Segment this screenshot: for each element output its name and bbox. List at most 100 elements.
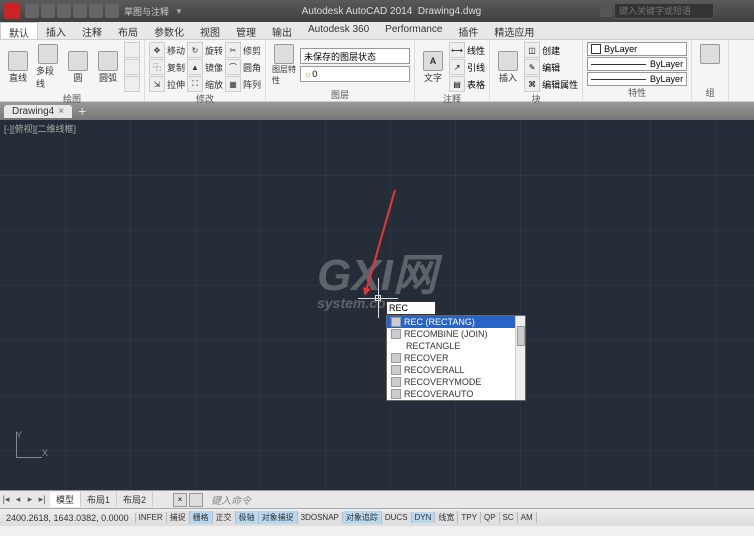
cmd-icon — [391, 317, 401, 327]
draw-misc-2[interactable] — [124, 59, 140, 75]
tab-output[interactable]: 输出 — [264, 22, 300, 39]
cmd-icon — [391, 329, 401, 339]
ac-item-recover[interactable]: RECOVER — [387, 352, 525, 364]
layer-current-combo[interactable]: ☼ 0 — [300, 66, 410, 82]
linear-dim-icon[interactable]: ⟼ — [449, 42, 465, 58]
leader-icon[interactable]: ↗ — [449, 59, 465, 75]
arc-icon — [98, 51, 118, 71]
help-search-input[interactable] — [614, 3, 714, 19]
doc-tab-drawing4[interactable]: Drawing4× — [4, 105, 72, 118]
ac-item-recoverauto[interactable]: RECOVERAUTO — [387, 388, 525, 400]
scale-icon[interactable]: ⛶ — [187, 76, 203, 92]
layer-props-button[interactable]: 图层特性 — [270, 42, 298, 88]
qat-print[interactable] — [105, 4, 119, 18]
arc-button[interactable]: 圆弧 — [94, 49, 122, 86]
cmd-options-icon[interactable] — [189, 493, 203, 507]
move-icon[interactable]: ✥ — [149, 42, 165, 58]
workspace-label[interactable]: 草图与注释 — [124, 5, 169, 18]
table-icon[interactable]: ▤ — [449, 76, 465, 92]
cmd-close-icon[interactable]: × — [173, 493, 187, 507]
block-edit-icon[interactable]: ✎ — [524, 59, 540, 75]
app-menu-icon[interactable] — [4, 3, 20, 19]
line-button[interactable]: 直线 — [4, 49, 32, 86]
tab-performance[interactable]: Performance — [377, 22, 450, 39]
panel-layers-title: 图层 — [270, 88, 410, 101]
stretch-icon[interactable]: ⇲ — [149, 76, 165, 92]
status-polar[interactable]: 极轴 — [236, 511, 259, 524]
polyline-button[interactable]: 多段线 — [34, 42, 62, 92]
color-combo[interactable]: ByLayer — [587, 42, 687, 56]
command-line[interactable]: × 键入命令 — [173, 492, 754, 507]
draw-misc-3[interactable] — [124, 76, 140, 92]
status-dyn[interactable]: DYN — [412, 512, 436, 523]
workspace-dropdown-icon[interactable]: ▼ — [175, 7, 183, 16]
status-am[interactable]: AM — [518, 512, 537, 523]
panel-annot-title: 注释 — [419, 92, 485, 105]
layers-icon — [274, 44, 294, 64]
tab-manage[interactable]: 管理 — [228, 22, 264, 39]
qat-new[interactable] — [25, 4, 39, 18]
tab-annotate[interactable]: 注释 — [74, 22, 110, 39]
fillet-icon[interactable]: ⌒ — [225, 59, 241, 75]
layout-tab-1[interactable]: 布局1 — [81, 492, 117, 507]
tab-parametric[interactable]: 参数化 — [146, 22, 192, 39]
coordinates-display[interactable]: 2400.2618, 1643.0382, 0.0000 — [0, 513, 136, 523]
status-ducs[interactable]: DUCS — [382, 512, 412, 523]
tab-layout[interactable]: 布局 — [110, 22, 146, 39]
ac-item-recoverymode[interactable]: RECOVERYMODE — [387, 376, 525, 388]
circle-button[interactable]: 圆 — [64, 49, 92, 86]
layout-nav[interactable]: |◂◂▸▸| — [0, 494, 50, 505]
block-attr-icon[interactable]: ⌘ — [524, 76, 540, 92]
tab-insert[interactable]: 插入 — [38, 22, 74, 39]
rotate-icon[interactable]: ↻ — [187, 42, 203, 58]
text-button[interactable]: A文字 — [419, 49, 447, 86]
panel-props-title: 特性 — [587, 86, 687, 99]
status-tpy[interactable]: TPY — [458, 512, 481, 523]
dynamic-input[interactable] — [386, 301, 436, 315]
info-icon[interactable] — [600, 5, 612, 17]
close-icon[interactable]: × — [58, 106, 64, 117]
layout-tab-model[interactable]: 模型 — [50, 492, 81, 507]
panel-block: 插入 ◫创建 ✎编辑 ⌘编辑属性 块 — [490, 40, 583, 101]
qat-redo[interactable] — [89, 4, 103, 18]
status-3dosnap[interactable]: 3DOSNAP — [298, 512, 343, 523]
drawing-canvas[interactable]: [-][俯视][二维线框] GXI网 system.com REC (RECTA… — [0, 120, 754, 490]
group-button[interactable] — [696, 42, 724, 66]
ac-item-recombine[interactable]: RECOMBINE (JOIN) — [387, 328, 525, 340]
status-grid[interactable]: 栅格 — [190, 511, 213, 524]
insert-block-button[interactable]: 插入 — [494, 49, 522, 86]
status-osnap[interactable]: 对象捕捉 — [259, 511, 298, 524]
status-snap[interactable]: 捕捉 — [167, 511, 190, 524]
cmd-icon — [391, 389, 401, 399]
status-sc[interactable]: SC — [500, 512, 518, 523]
panel-modify-title: 修改 — [149, 92, 261, 105]
ac-item-recoverall[interactable]: RECOVERALL — [387, 364, 525, 376]
draw-misc-1[interactable] — [124, 42, 140, 58]
copy-icon[interactable]: ⿻ — [149, 59, 165, 75]
tab-a360[interactable]: Autodesk 360 — [300, 22, 377, 39]
layer-state-combo[interactable]: 未保存的图层状态 — [300, 48, 410, 64]
trim-icon[interactable]: ✂ — [225, 42, 241, 58]
tab-plugins[interactable]: 插件 — [450, 22, 486, 39]
status-otrack[interactable]: 对象追踪 — [343, 511, 382, 524]
new-tab-button[interactable]: + — [78, 103, 86, 119]
qat-undo[interactable] — [73, 4, 87, 18]
status-lwt[interactable]: 线宽 — [435, 511, 458, 524]
mirror-icon[interactable]: ▲ — [187, 59, 203, 75]
qat-save[interactable] — [57, 4, 71, 18]
status-infer[interactable]: INFER — [136, 512, 167, 523]
linetype-combo[interactable]: ByLayer — [587, 57, 687, 71]
ac-item-rec[interactable]: REC (RECTANG) — [387, 316, 525, 328]
tab-default[interactable]: 默认 — [0, 22, 38, 39]
lineweight-combo[interactable]: ByLayer — [587, 72, 687, 86]
layout-tab-2[interactable]: 布局2 — [117, 492, 153, 507]
array-icon[interactable]: ▦ — [225, 76, 241, 92]
qat-open[interactable] — [41, 4, 55, 18]
status-qp[interactable]: QP — [481, 512, 500, 523]
panel-block-title: 块 — [494, 92, 578, 105]
tab-featured[interactable]: 精选应用 — [486, 22, 542, 39]
status-ortho[interactable]: 正交 — [213, 511, 236, 524]
ac-item-rectangle[interactable]: RECTANGLE — [387, 340, 525, 352]
block-create-icon[interactable]: ◫ — [524, 42, 540, 58]
tab-view[interactable]: 视图 — [192, 22, 228, 39]
